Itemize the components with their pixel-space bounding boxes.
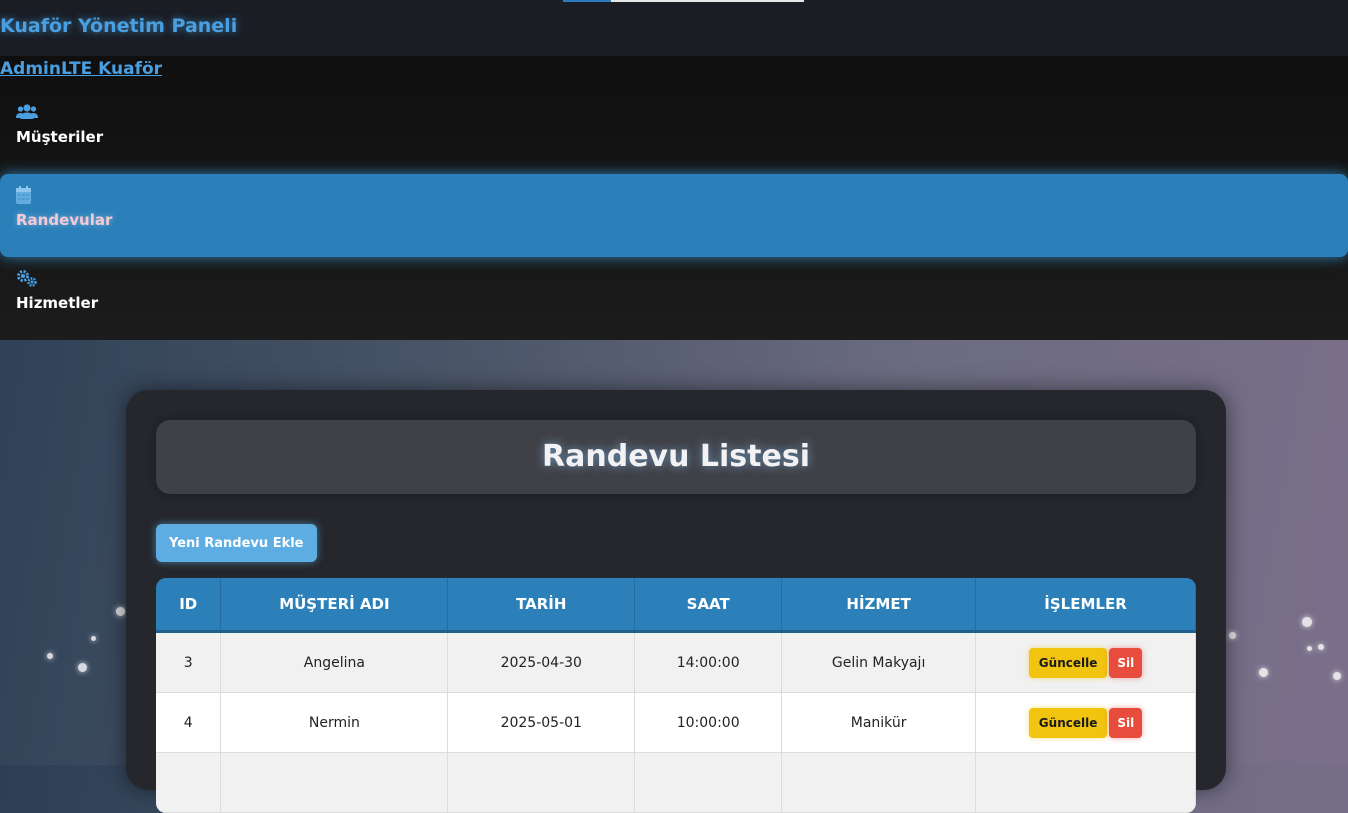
progress-bar: [563, 0, 804, 2]
page-header: Randevu Listesi: [156, 420, 1196, 494]
particle: [1302, 617, 1312, 627]
progress-bar-fill: [563, 0, 612, 2]
update-button[interactable]: Güncelle: [1028, 707, 1108, 738]
cell-time: 14:00:00: [634, 631, 783, 693]
particle: [47, 653, 53, 659]
delete-button[interactable]: Sil: [1109, 647, 1143, 678]
column-header-customer[interactable]: MÜŞTERİ ADI: [220, 578, 449, 633]
column-header-actions: İŞLEMLER: [975, 578, 1196, 633]
sidebar-item-randevular[interactable]: Randevular: [0, 174, 1348, 257]
cell-id: 4: [156, 692, 222, 753]
sidebar-item-label: Randevular: [16, 211, 113, 229]
cell-service: Manikür: [781, 692, 977, 753]
column-header-date[interactable]: TARİH: [447, 578, 636, 633]
add-appointment-button[interactable]: Yeni Randevu Ekle: [156, 524, 317, 562]
sidebar-item-musteriler[interactable]: Müşteriler: [0, 91, 1348, 174]
column-header-time[interactable]: SAAT: [634, 578, 783, 633]
update-button[interactable]: Güncelle: [1028, 647, 1108, 678]
app-title: Kuaför Yönetim Paneli: [0, 15, 238, 37]
sidebar-item-label: Hizmetler: [16, 294, 99, 312]
cell-service: Gelin Makyajı: [781, 631, 977, 693]
cell-time: 10:00:00: [634, 692, 783, 753]
particle: [1259, 668, 1268, 677]
sidebar-item-label: Müşteriler: [16, 128, 104, 146]
cell-date: 2025-04-30: [447, 631, 636, 693]
cell-actions: Güncelle Sil: [975, 692, 1196, 753]
particle: [1318, 644, 1324, 650]
users-icon: [16, 103, 38, 121]
appointments-table: ID MÜŞTERİ ADI TARİH SAAT HİZMET İŞLEMLE…: [156, 578, 1196, 813]
particle: [1333, 672, 1341, 680]
cell-customer: Nermin: [220, 692, 449, 753]
cell-actions: Güncelle Sil: [975, 631, 1196, 693]
particle: [1229, 632, 1236, 639]
top-bar: Kuaför Yönetim Paneli: [0, 0, 1348, 56]
delete-button[interactable]: Sil: [1109, 707, 1143, 738]
particle: [78, 663, 87, 672]
content-card: Randevu Listesi Yeni Randevu Ekle ID MÜŞ…: [126, 390, 1226, 813]
column-header-service[interactable]: HİZMET: [781, 578, 977, 633]
sidebar: AdminLTE Kuaför Müşteriler Randevular Hi…: [0, 56, 1348, 340]
cell-id: 3: [156, 631, 222, 693]
particle: [116, 607, 125, 616]
table-row: 4 Nermin 2025-05-01 10:00:00 Manikür Gün…: [156, 692, 1196, 753]
column-header-id[interactable]: ID: [156, 578, 222, 633]
brand-link[interactable]: AdminLTE Kuaför: [0, 59, 162, 79]
particle: [1307, 646, 1312, 651]
cogs-icon: [16, 269, 38, 287]
cell-customer: Angelina: [220, 631, 449, 693]
particle: [91, 636, 96, 641]
table-row: [156, 752, 1196, 813]
sidebar-item-hizmetler[interactable]: Hizmetler: [0, 257, 1348, 340]
cell-date: 2025-05-01: [447, 692, 636, 753]
page-title: Randevu Listesi: [542, 439, 810, 474]
table-row: 3 Angelina 2025-04-30 14:00:00 Gelin Mak…: [156, 631, 1196, 693]
calendar-icon: [16, 186, 38, 204]
table-header-row: ID MÜŞTERİ ADI TARİH SAAT HİZMET İŞLEMLE…: [156, 578, 1196, 633]
